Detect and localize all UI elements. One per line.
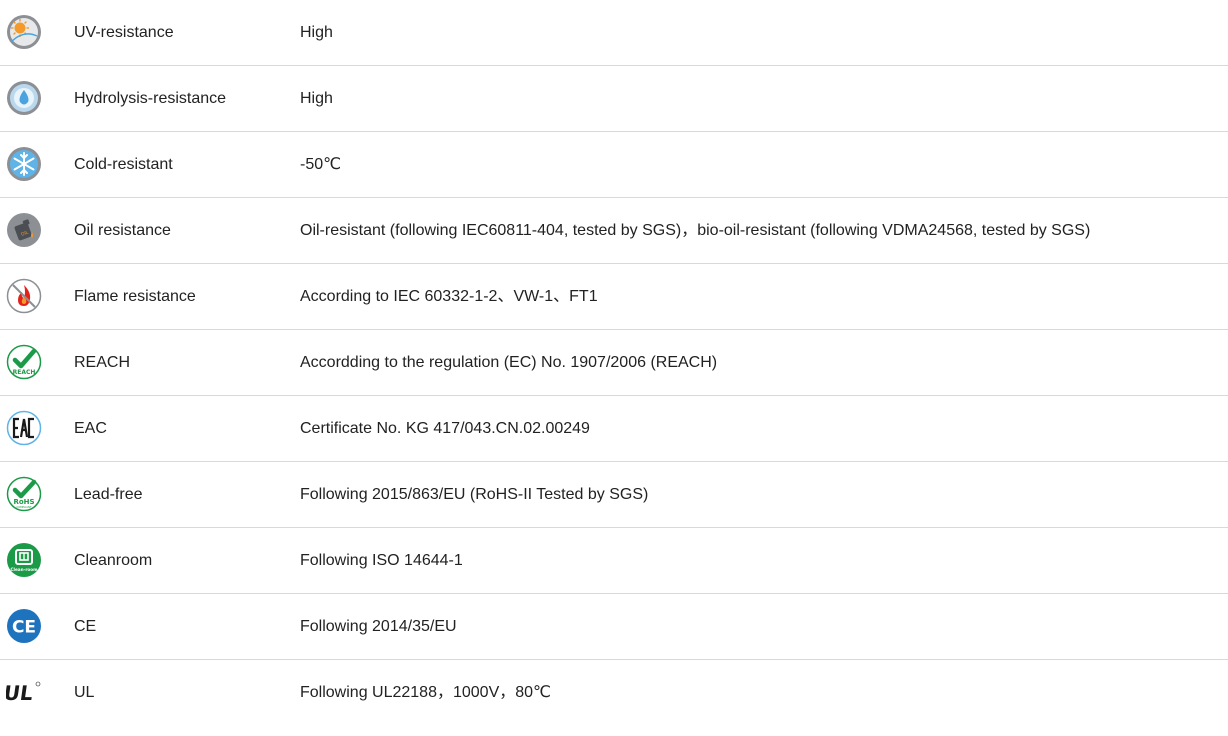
spec-value: -50℃ [300, 156, 342, 173]
reach-check-icon: REACH [6, 344, 42, 380]
spec-row-lead-free: RoHS COMPLIANT Lead-free Following 2015/… [0, 462, 1228, 528]
spec-value: High [300, 90, 333, 107]
spec-value: High [300, 24, 333, 41]
no-flame-icon [6, 278, 42, 314]
spec-row-hydrolysis-resistance: Hydrolysis-resistance High [0, 66, 1228, 132]
spec-value: Certificate No. KG 417/043.CN.02.00249 [300, 420, 590, 437]
spec-label: REACH [74, 354, 131, 371]
spec-row-cleanroom: Clean-room Cleanroom Following ISO 14644… [0, 528, 1228, 594]
spec-value: Following 2014/35/EU [300, 618, 457, 635]
ce-mark-icon: CE [6, 608, 42, 644]
specification-table: UV-resistance High Hydrolysis-resistance… [0, 0, 1228, 726]
spec-value: Oil-resistant (following IEC60811-404, t… [300, 222, 1091, 239]
svg-text:CE: CE [12, 618, 36, 638]
cleanroom-icon: Clean-room [6, 542, 42, 578]
spec-row-uv-resistance: UV-resistance High [0, 0, 1228, 66]
spec-value: Following 2015/863/EU (RoHS-II Tested by… [300, 486, 649, 503]
svg-text:COMPLIANT: COMPLIANT [16, 505, 32, 509]
spec-value: According to IEC 60332-1-2、VW-1、FT1 [300, 288, 598, 305]
spec-label: Cold-resistant [74, 156, 173, 173]
spec-label: Cleanroom [74, 552, 153, 569]
svg-text:RoHS: RoHS [13, 498, 34, 506]
uv-sun-icon [6, 14, 42, 50]
svg-text:Clean-room: Clean-room [10, 567, 38, 572]
spec-row-oil-resistance: OIL Oil resistance Oil-resistant (follow… [0, 198, 1228, 264]
snowflake-icon [6, 146, 42, 182]
spec-value: Following ISO 14644-1 [300, 552, 463, 569]
eac-mark-icon [6, 410, 42, 446]
rohs-check-icon: RoHS COMPLIANT [6, 476, 42, 512]
water-drop-icon [6, 80, 42, 116]
spec-label: Hydrolysis-resistance [74, 90, 227, 107]
spec-value: Following UL22188，1000V，80℃ [300, 684, 552, 701]
svg-text:UL: UL [6, 681, 35, 705]
spec-label: UL [74, 684, 95, 701]
spec-row-ce: CE CE Following 2014/35/EU [0, 594, 1228, 660]
spec-row-cold-resistant: Cold-resistant -50℃ [0, 132, 1228, 198]
spec-row-eac: EAC Certificate No. KG 417/043.CN.02.002… [0, 396, 1228, 462]
spec-value: Accordding to the regulation (EC) No. 19… [300, 354, 718, 371]
svg-text:REACH: REACH [13, 369, 36, 376]
ul-mark-icon: UL [6, 674, 42, 710]
spec-label: Oil resistance [74, 222, 171, 239]
spec-label: Lead-free [74, 486, 143, 503]
spec-label: Flame resistance [74, 288, 196, 305]
spec-row-flame-resistance: Flame resistance According to IEC 60332-… [0, 264, 1228, 330]
spec-label: EAC [74, 420, 107, 437]
spec-row-reach: REACH REACH Accordding to the regulation… [0, 330, 1228, 396]
spec-row-ul: UL UL Following UL22188，1000V，80℃ [0, 660, 1228, 726]
spec-label: CE [74, 618, 97, 635]
spec-label: UV-resistance [74, 24, 174, 41]
oil-can-icon: OIL [6, 212, 42, 248]
